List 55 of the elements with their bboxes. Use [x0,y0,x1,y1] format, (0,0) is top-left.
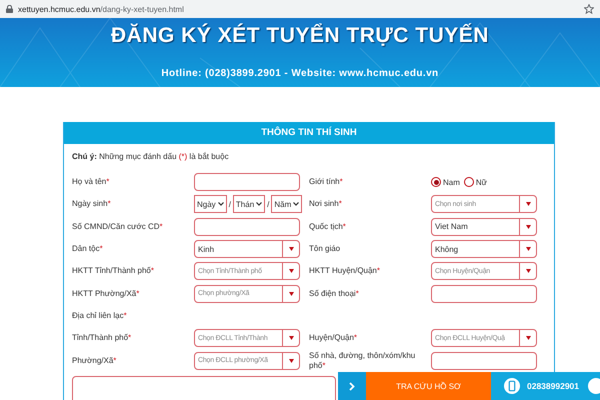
field-label: Giới tính* [309,177,344,188]
input-field[interactable] [431,352,537,370]
caret-icon [288,269,294,274]
field-label: Huyện/Quận* [309,333,358,344]
chevron-right-icon [349,382,355,390]
field-label: HKTT Phường/Xã* [72,288,140,299]
caret-icon [288,247,294,252]
panel-header: THÔNG TIN THÍ SINH [64,122,554,144]
field-label: HKTT Huyện/Quận* [309,266,382,276]
address-bar[interactable]: xettuyen.hcmuc.edu.vn/dang-ky-xet-tuyen.html [0,0,600,18]
phone-icon [504,378,520,394]
caret-icon [526,202,530,206]
input-field[interactable] [194,173,300,192]
banner-subtitle: Hotline: (028)3899.2901 - Website: www.hcmuc.edu.vn [161,68,439,79]
date-separator: / [267,200,270,209]
caret-icon [526,247,530,252]
radio-option[interactable]: Nam [431,177,460,188]
date-select[interactable]: Thán [232,195,266,214]
caret-icon [293,202,300,206]
field-label: Ngày sinh* [72,199,112,210]
field-label: Phường/Xã* [72,356,118,366]
banner-title: ĐĂNG KÝ XÉT TUYỂN TRỰC TUYẾN [111,24,489,48]
chat-icon[interactable] [588,378,600,394]
required-note: Chú ý: Những mục đánh dấu (*) là bắt buộc [72,152,230,161]
bookmark-star-icon[interactable] [584,4,594,14]
field-label: Quốc tịch* [309,222,347,232]
lock-icon [6,5,13,13]
caret-icon [288,358,294,363]
field-label: Dân tộc* [72,244,104,254]
select-field[interactable]: Không [431,240,537,258]
field-label: HKTT Tỉnh/Thành phố* [72,266,155,276]
select-field[interactable]: Viet Nam [431,218,537,236]
date-select[interactable]: Năm [271,195,302,214]
field-label: Họ và tên* [72,177,110,188]
caret-icon [218,202,224,206]
caret-icon [256,202,262,206]
radio-option[interactable]: Nữ [464,177,488,188]
input-field[interactable] [431,284,537,303]
caret-icon [288,336,294,340]
caret-icon [526,269,530,274]
field-label: Tỉnh/Thành phố* [72,333,132,344]
field-label: Số điện thoại* [309,288,360,299]
field-label: Tôn giáo [309,244,342,254]
field-label: Số CMND/Căn cước CD* [72,222,164,232]
date-select[interactable]: Ngày [194,195,227,214]
caret-icon [526,336,530,340]
input-field[interactable] [194,218,300,236]
caret-icon [526,224,530,229]
field-label: Địa chỉ liên lạc* [72,310,128,321]
select-field[interactable]: Kinh [194,240,300,258]
date-separator: / [228,200,231,209]
expand-button[interactable] [338,372,366,400]
caret-icon [288,292,294,296]
field-label: Nơi sinh* [309,199,343,210]
field-label: Số nhà, đường, thôn/xóm/khu phố* [309,350,416,371]
